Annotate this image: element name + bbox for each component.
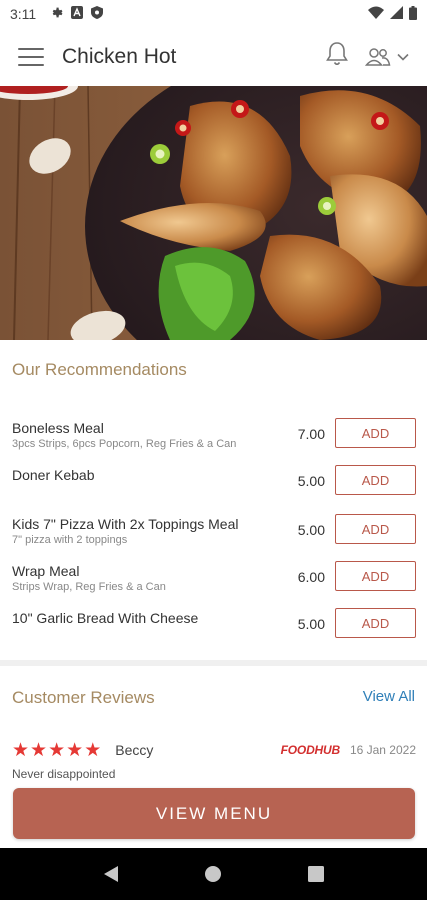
app-screen: 3:11 Chicken Hot Our Recommendations Bon… — [0, 0, 427, 900]
add-button[interactable]: ADD — [335, 608, 416, 638]
status-icons-left — [50, 6, 104, 22]
signal-icon — [390, 6, 403, 22]
item-name: Wrap Meal — [12, 563, 80, 579]
item-name: Boneless Meal — [12, 420, 104, 436]
star-icon: ★ — [84, 739, 102, 761]
star-icon: ★ — [12, 739, 30, 761]
item-price: 6.00 — [297, 569, 325, 585]
chevron-down-icon[interactable] — [397, 48, 409, 66]
item-price: 5.00 — [297, 616, 325, 632]
home-icon[interactable] — [201, 862, 225, 886]
text-a-icon — [71, 6, 84, 22]
users-icon[interactable] — [365, 47, 409, 67]
recommendations-title: Our Recommendations — [12, 360, 187, 379]
wifi-icon — [368, 6, 384, 22]
review-text: Never disappointed — [12, 767, 116, 781]
add-button[interactable]: ADD — [335, 465, 416, 495]
foodhub-logo: FOODHUB — [280, 743, 340, 757]
star-icon: ★ — [48, 739, 66, 761]
settings-icon — [50, 6, 63, 22]
view-menu-button[interactable]: VIEW MENU — [13, 788, 415, 839]
reviewer-name: Beccy — [115, 742, 154, 758]
review-date: 16 Jan 2022 — [349, 743, 416, 757]
add-button[interactable]: ADD — [335, 514, 416, 544]
list-item: Boneless Meal 3pcs Strips, 6pcs Popcorn,… — [0, 416, 427, 456]
item-description: 3pcs Strips, 6pcs Popcorn, Reg Fries & a… — [12, 438, 237, 450]
bell-icon[interactable] — [325, 41, 349, 72]
add-button[interactable]: ADD — [335, 418, 416, 448]
star-rating: ★ ★ ★ ★ ★ — [12, 741, 101, 760]
battery-icon — [409, 5, 417, 23]
status-time: 3:11 — [10, 6, 37, 22]
status-bar: 3:11 — [0, 0, 427, 28]
back-icon[interactable] — [99, 862, 123, 886]
item-name: 10" Garlic Bread With Cheese — [12, 610, 199, 626]
hero-image — [0, 86, 427, 340]
item-name: Doner Kebab — [12, 467, 95, 483]
system-nav-bar — [0, 848, 427, 900]
recents-icon[interactable] — [304, 862, 328, 886]
star-icon: ★ — [66, 739, 84, 761]
menu-icon[interactable] — [18, 46, 44, 68]
list-item: 10" Garlic Bread With Cheese 5.00 ADD — [0, 606, 427, 646]
item-price: 7.00 — [297, 426, 325, 442]
star-icon: ★ — [30, 739, 48, 761]
item-price: 5.00 — [297, 522, 325, 538]
section-divider — [0, 660, 427, 666]
app-bar: Chicken Hot — [0, 28, 427, 85]
shield-icon — [91, 6, 104, 22]
list-item: Wrap Meal Strips Wrap, Reg Fries & a Can… — [0, 559, 427, 599]
reviews-title: Customer Reviews — [12, 688, 155, 707]
list-item: Doner Kebab 5.00 ADD — [0, 463, 427, 503]
review-item: ★ ★ ★ ★ ★ Beccy FOODHUB 16 Jan 2022 — [12, 740, 416, 760]
status-icons-right — [368, 5, 417, 23]
list-item: Kids 7" Pizza With 2x Toppings Meal 7" p… — [0, 512, 427, 552]
add-button[interactable]: ADD — [335, 561, 416, 591]
app-bar-actions — [325, 41, 409, 72]
item-name: Kids 7" Pizza With 2x Toppings Meal — [12, 516, 239, 532]
item-description: 7" pizza with 2 toppings — [12, 534, 128, 546]
view-all-link[interactable]: View All — [363, 688, 415, 705]
item-description: Strips Wrap, Reg Fries & a Can — [12, 581, 166, 593]
page-title: Chicken Hot — [62, 44, 177, 68]
item-price: 5.00 — [297, 473, 325, 489]
